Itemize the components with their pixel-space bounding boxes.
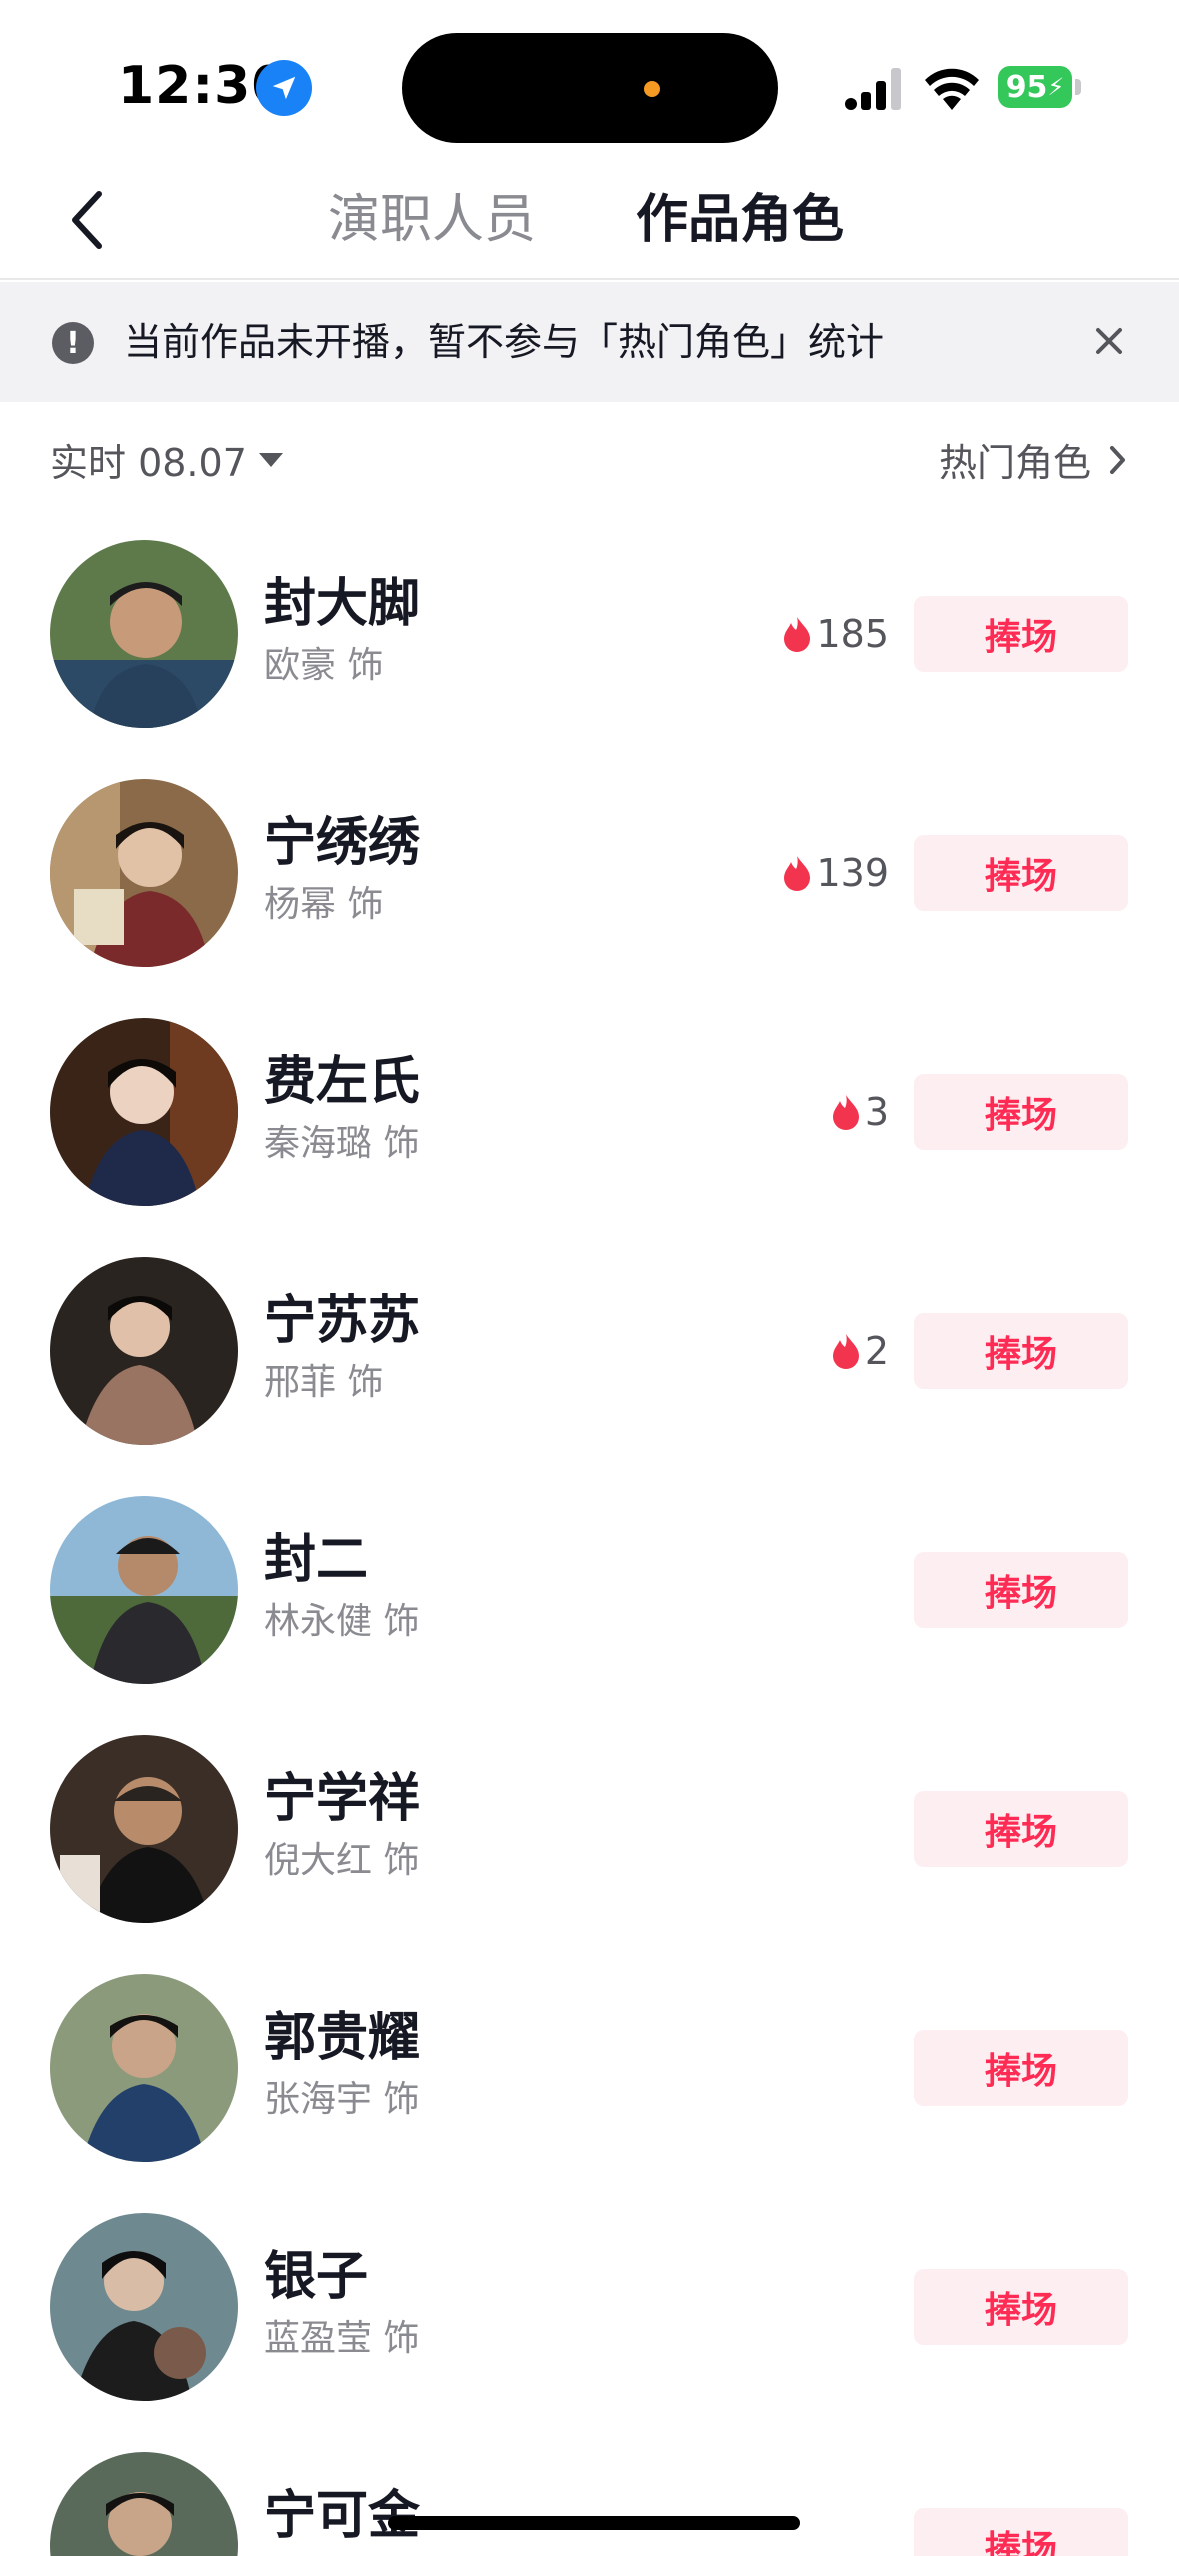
date-filter-dropdown[interactable]: 实时 08.07 [50, 432, 283, 487]
actor-name: 林永健 饰 [264, 1601, 420, 1642]
role-name: 封二 [264, 1530, 369, 1590]
heat-count: 3 [831, 1088, 889, 1136]
role-name: 宁苏苏 [264, 1291, 421, 1351]
fire-icon [784, 617, 811, 652]
role-row[interactable]: 费左氏 秦海璐 饰 3 捧场 [0, 996, 1179, 1235]
avatar[interactable] [50, 1496, 238, 1684]
role-row[interactable]: 封大脚 欧豪 饰 185 捧场 [0, 518, 1179, 757]
home-indicator[interactable] [388, 2516, 800, 2530]
heat-value: 2 [864, 1329, 889, 1373]
cheer-button[interactable]: 捧场 [914, 2269, 1128, 2345]
location-arrow-icon [256, 60, 312, 116]
heat-value: 3 [864, 1090, 889, 1134]
notice-banner: ! 当前作品未开播，暂不参与「热门角色」统计 [0, 282, 1179, 402]
cheer-button[interactable]: 捧场 [914, 2030, 1128, 2106]
status-bar: 12:30 95 ⚡ [0, 0, 1179, 160]
actor-name: 杨幂 饰 [264, 884, 384, 925]
role-row[interactable]: 宁学祥 倪大红 饰 捧场 [0, 1713, 1179, 1952]
actor-name: 张海宇 饰 [264, 2079, 420, 2120]
avatar[interactable] [50, 1974, 238, 2162]
avatar[interactable] [50, 1257, 238, 1445]
chevron-left-icon [72, 191, 102, 249]
avatar[interactable] [50, 1018, 238, 1206]
role-row[interactable]: 封二 林永健 饰 捧场 [0, 1474, 1179, 1713]
page: 12:30 95 ⚡ 演职人员 作品角色 ! 当前作品未开播，暂不参与「热门角色… [0, 0, 1179, 2556]
cheer-button[interactable]: 捧场 [914, 1552, 1128, 1628]
fire-icon [784, 856, 811, 891]
actor-name: 邢菲 饰 [264, 1362, 384, 1403]
hot-roles-label: 热门角色 [938, 441, 1091, 485]
role-name: 郭贵耀 [264, 2008, 421, 2068]
fire-icon [832, 1095, 859, 1130]
close-icon [1096, 328, 1122, 354]
caret-down-icon [258, 452, 283, 467]
heat-count: 139 [782, 849, 889, 897]
cheer-button[interactable]: 捧场 [914, 1313, 1128, 1389]
avatar[interactable] [50, 2213, 238, 2401]
chevron-right-icon [1110, 445, 1125, 474]
actor-name: 蓝盈莹 饰 [264, 2318, 420, 2359]
role-name: 银子 [264, 2247, 369, 2307]
cheer-button[interactable]: 捧场 [914, 2508, 1128, 2556]
back-button[interactable] [52, 180, 122, 260]
actor-name: 欧豪 饰 [264, 645, 384, 686]
role-name: 封大脚 [264, 574, 421, 634]
heat-count: 185 [782, 610, 889, 658]
hot-roles-link[interactable]: 热门角色 [939, 432, 1127, 487]
filter-row: 实时 08.07 热门角色 [0, 402, 1179, 522]
tab-cast-crew[interactable]: 演职人员 [328, 188, 536, 252]
role-name: 费左氏 [264, 1052, 421, 1112]
role-row[interactable]: 郭贵耀 张海宇 饰 捧场 [0, 1952, 1179, 2191]
role-row[interactable]: 宁绣绣 杨幂 饰 139 捧场 [0, 757, 1179, 996]
role-name: 宁学祥 [264, 1769, 421, 1829]
battery-level: 95 [1005, 69, 1048, 105]
battery-charging-icon: 95 ⚡ [998, 66, 1082, 108]
dynamic-island [402, 33, 778, 143]
cheer-button[interactable]: 捧场 [914, 596, 1128, 672]
cheer-button[interactable]: 捧场 [914, 1791, 1128, 1867]
exclamation-icon: ! [52, 322, 94, 364]
cellular-signal-icon [845, 68, 901, 110]
avatar[interactable] [50, 2452, 238, 2556]
avatar[interactable] [50, 1735, 238, 1923]
fire-icon [832, 1334, 859, 1369]
heat-value: 139 [816, 851, 889, 895]
tab-roles[interactable]: 作品角色 [636, 188, 844, 252]
notice-close-button[interactable] [1084, 316, 1134, 366]
notice-text: 当前作品未开播，暂不参与「热门角色」统计 [124, 320, 885, 364]
actor-name: 倪大红 饰 [264, 1840, 420, 1881]
cheer-button[interactable]: 捧场 [914, 1074, 1128, 1150]
privacy-indicator [644, 81, 660, 97]
heat-value: 185 [816, 612, 889, 656]
roles-list: 封大脚 欧豪 饰 185 捧场 宁绣绣 杨幂 饰 139 捧场 费左氏 秦海璐 … [0, 518, 1179, 2556]
date-filter-label: 实时 08.07 [50, 441, 247, 485]
role-row[interactable]: 宁可金 捧场 [0, 2430, 1179, 2556]
cheer-button[interactable]: 捧场 [914, 835, 1128, 911]
role-name: 宁绣绣 [264, 813, 421, 873]
wifi-icon [925, 68, 979, 110]
heat-count: 2 [831, 1327, 889, 1375]
avatar[interactable] [50, 779, 238, 967]
nav-bar: 演职人员 作品角色 [0, 160, 1179, 280]
role-row[interactable]: 银子 蓝盈莹 饰 捧场 [0, 2191, 1179, 2430]
role-row[interactable]: 宁苏苏 邢菲 饰 2 捧场 [0, 1235, 1179, 1474]
actor-name: 秦海璐 饰 [264, 1123, 420, 1164]
avatar[interactable] [50, 540, 238, 728]
